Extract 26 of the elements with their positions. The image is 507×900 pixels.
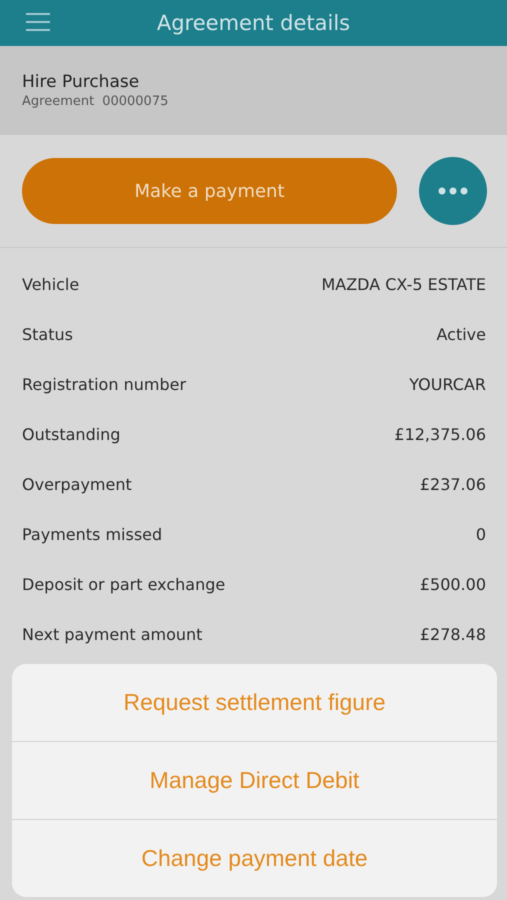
detail-value: 0 (476, 524, 486, 544)
detail-value: £237.06 (420, 474, 486, 494)
detail-label: Next payment amount (22, 624, 202, 644)
menu-icon[interactable] (26, 12, 50, 32)
detail-value: £12,375.06 (394, 424, 486, 444)
detail-value: YOURCAR (409, 374, 486, 394)
detail-value: MAZDA CX-5 ESTATE (321, 274, 486, 294)
detail-label: Outstanding (22, 424, 120, 444)
screen-title: Agreement details (156, 11, 350, 35)
detail-value: £278.48 (420, 624, 486, 644)
detail-value: Active (436, 324, 486, 344)
detail-label: Deposit or part exchange (22, 574, 226, 594)
agreement-type: Hire Purchase (22, 72, 140, 92)
agreement-label: Agreement (22, 94, 94, 109)
detail-label: Vehicle (22, 274, 80, 294)
action-sheet-option[interactable]: Manage Direct Debit (12, 742, 497, 819)
make-payment-button[interactable]: Make a payment (22, 158, 397, 224)
detail-value: £500.00 (420, 574, 486, 594)
detail-label: Status (22, 324, 73, 344)
action-sheet-option[interactable]: Request settlement figure (12, 664, 497, 741)
detail-label: Overpayment (22, 474, 132, 494)
detail-label: Registration number (22, 374, 186, 394)
detail-label: Payments missed (22, 524, 162, 544)
agreement-number: 00000075 (102, 94, 168, 109)
action-sheet-option[interactable]: Change payment date (12, 820, 497, 897)
more-icon (438, 187, 468, 195)
